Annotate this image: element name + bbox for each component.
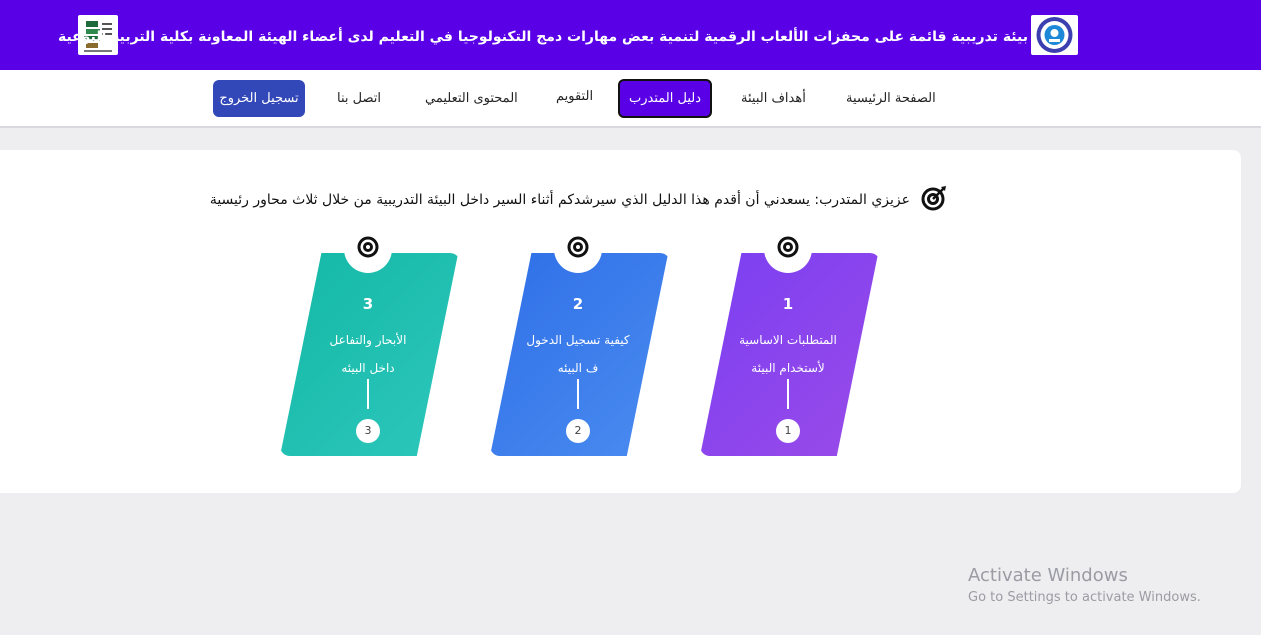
university-logo[interactable]: [1031, 15, 1078, 55]
nav-home[interactable]: الصفحة الرئيسية: [846, 88, 936, 110]
site-header: بيئة تدريبية قائمة على محفزات الألعاب ال…: [0, 0, 1261, 70]
step-title-line1: كيفية تسجيل الدخول: [526, 333, 630, 347]
windows-watermark-title: Activate Windows: [968, 565, 1128, 586]
step-card-1[interactable]: 1 المتطلبات الاساسية لأستخدام البيئة 1: [700, 235, 880, 456]
step-title: الأبحار والتفاعل داخل البيئه: [300, 326, 436, 382]
intro-text: عزيزي المتدرب: يسعدني أن أقدم هذا الدليل…: [209, 192, 910, 208]
nav-goals[interactable]: أهداف البيئة: [741, 88, 806, 110]
step-badge: 3: [356, 419, 380, 443]
step-title-line1: المتطلبات الاساسية: [739, 333, 837, 347]
nav-contact[interactable]: اتصل بنا: [337, 88, 381, 110]
nav-content[interactable]: المحتوى التعليمي: [425, 88, 518, 110]
target-icon: [567, 236, 589, 258]
step-card-3[interactable]: 3 الأبحار والتفاعل داخل البيئه 3: [280, 235, 460, 456]
nav-evaluation[interactable]: التقويم: [556, 86, 593, 108]
nav-guide[interactable]: دليل المتدرب: [618, 79, 712, 118]
step-title-line2: داخل البيئه: [341, 361, 395, 375]
step-title-line1: الأبحار والتفاعل: [329, 333, 407, 347]
windows-watermark-subtitle: Go to Settings to activate Windows.: [968, 590, 1201, 605]
step-number: 2: [572, 295, 584, 313]
step-title-line2: لأستخدام البيئة: [751, 361, 825, 375]
step-title: كيفية تسجيل الدخول ف البيئه: [510, 326, 646, 382]
step-connector: [367, 379, 369, 409]
target-icon: [777, 236, 799, 258]
target-icon: [357, 236, 379, 258]
step-title-line2: ف البيئه: [557, 361, 599, 375]
step-badge: 2: [566, 419, 590, 443]
target-icon: [921, 186, 946, 211]
page-title: بيئة تدريبية قائمة على محفزات الألعاب ال…: [57, 29, 1028, 45]
guide-card: عزيزي المتدرب: يسعدني أن أقدم هذا الدليل…: [0, 150, 1241, 493]
step-connector: [577, 379, 579, 409]
logout-button[interactable]: تسجيل الخروج: [213, 80, 305, 117]
step-title: المتطلبات الاساسية لأستخدام البيئة: [720, 326, 856, 382]
step-number: 3: [362, 295, 374, 313]
step-connector: [787, 379, 789, 409]
main-navbar: الصفحة الرئيسية أهداف البيئة دليل المتدر…: [0, 70, 1261, 128]
step-number: 1: [782, 295, 794, 313]
step-badge: 1: [776, 419, 800, 443]
step-card-2[interactable]: 2 كيفية تسجيل الدخول ف البيئه 2: [490, 235, 670, 456]
